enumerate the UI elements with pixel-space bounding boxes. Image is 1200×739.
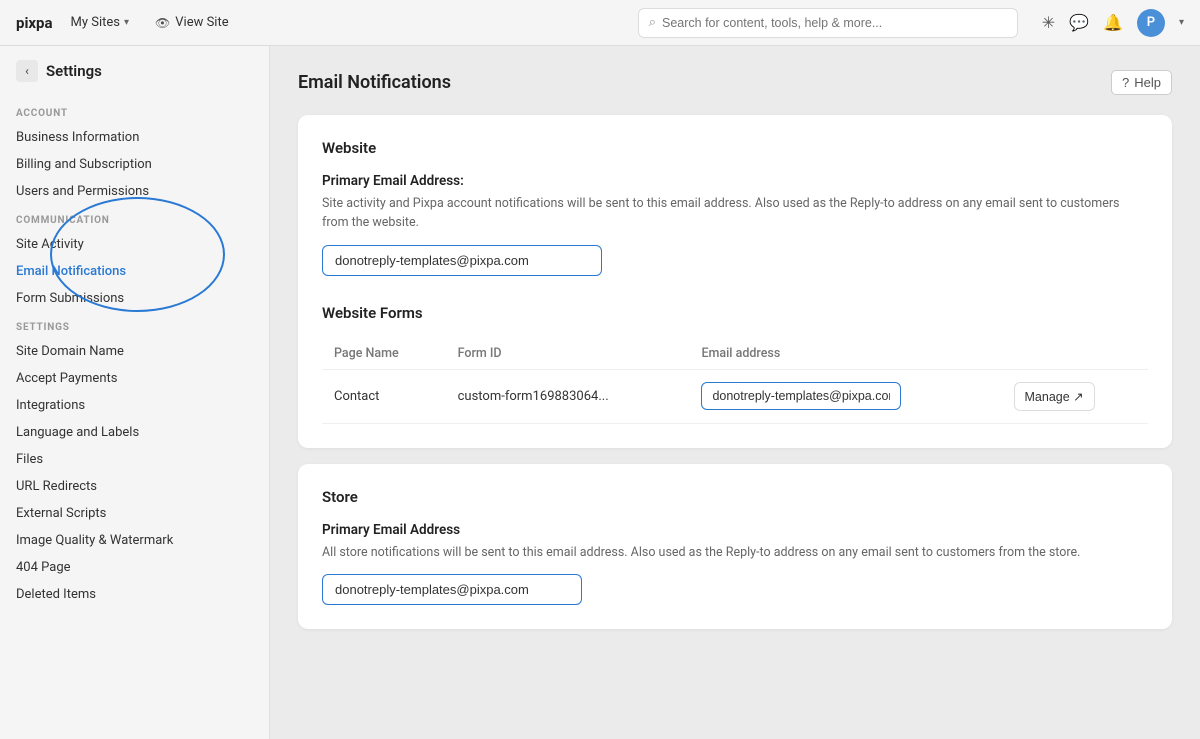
sidebar-item-users[interactable]: Users and Permissions [0,178,269,205]
help-button[interactable]: ? Help [1111,70,1172,95]
store-card-title: Store [322,488,1148,506]
content-header: Email Notifications ? Help [298,70,1172,95]
top-bar-actions: ✳ 💬 🔔 P ▾ [1042,9,1184,37]
sidebar-item-files[interactable]: Files [0,446,269,473]
chat-icon[interactable]: 💬 [1069,13,1089,32]
page-title: Email Notifications [298,72,451,93]
search-bar[interactable]: ⌕ [638,8,1018,38]
website-card-title: Website [322,139,1148,157]
forms-table: Page Name Form ID Email address [322,338,1148,424]
search-input[interactable] [662,16,1007,30]
sidebar-item-language-labels[interactable]: Language and Labels [0,419,269,446]
sun-icon[interactable]: ✳ [1042,13,1055,32]
avatar-chevron-icon: ▾ [1179,17,1184,28]
row-email-input[interactable] [701,382,901,410]
manage-button[interactable]: Manage ↗ [1014,382,1095,411]
chevron-down-icon: ▾ [124,17,129,28]
section-communication-label: COMMUNICATION [0,205,269,231]
col-form-id: Form ID [446,338,690,370]
sidebar-item-form-submissions[interactable]: Form Submissions [0,285,269,312]
sidebar-item-site-activity[interactable]: Site Activity [0,231,269,258]
view-site-label: View Site [175,15,228,30]
primary-email-label: Primary Email Address: [322,173,1148,189]
communication-section: COMMUNICATION Site Activity Email Notifi… [0,205,269,312]
sidebar-item-business-info[interactable]: Business Information [0,124,269,151]
table-row: Contact custom-form169883064... Manage ↗ [322,369,1148,423]
sidebar-item-site-domain[interactable]: Site Domain Name [0,338,269,365]
search-icon: ⌕ [649,15,656,30]
back-button[interactable]: ‹ [16,60,38,82]
content-area: Email Notifications ? Help Website Prima… [270,46,1200,739]
section-account-label: ACCOUNT [0,98,269,124]
help-icon: ? [1122,75,1129,90]
sidebar-title: Settings [46,62,102,80]
col-page-name: Page Name [322,338,446,370]
store-primary-email-input[interactable] [322,574,582,605]
row-page-name: Contact [322,369,446,423]
logo: pixpa [16,14,53,32]
sidebar-item-image-quality[interactable]: Image Quality & Watermark [0,527,269,554]
row-actions: Manage ↗ [1002,369,1148,423]
sidebar: ‹ Settings ACCOUNT Business Information … [0,46,270,739]
store-primary-email-desc: All store notifications will be sent to … [322,544,1148,563]
primary-email-desc: Site activity and Pixpa account notifica… [322,195,1148,233]
sidebar-item-integrations[interactable]: Integrations [0,392,269,419]
eye-icon: 👁 [155,16,170,30]
row-email [689,369,1001,423]
primary-email-input[interactable] [322,245,602,276]
view-site-button[interactable]: 👁 View Site [147,11,237,34]
sidebar-item-404[interactable]: 404 Page [0,554,269,581]
sidebar-item-url-redirects[interactable]: URL Redirects [0,473,269,500]
main-layout: ‹ Settings ACCOUNT Business Information … [0,46,1200,739]
store-primary-email-label: Primary Email Address [322,522,1148,538]
store-card: Store Primary Email Address All store no… [298,464,1172,630]
website-card: Website Primary Email Address: Site acti… [298,115,1172,448]
sidebar-item-billing[interactable]: Billing and Subscription [0,151,269,178]
sidebar-item-external-scripts[interactable]: External Scripts [0,500,269,527]
section-settings-label: SETTINGS [0,312,269,338]
sidebar-item-email-notifications[interactable]: Email Notifications [0,258,269,285]
sidebar-item-accept-payments[interactable]: Accept Payments [0,365,269,392]
website-forms-title: Website Forms [322,304,1148,322]
avatar[interactable]: P [1137,9,1165,37]
sidebar-item-deleted-items[interactable]: Deleted Items [0,581,269,608]
my-sites-button[interactable]: My Sites ▾ [65,11,136,34]
row-form-id: custom-form169883064... [446,369,690,423]
top-bar: pixpa My Sites ▾ 👁 View Site ⌕ ✳ 💬 🔔 P ▾ [0,0,1200,46]
col-email-address: Email address [689,338,1001,370]
sidebar-header: ‹ Settings [0,60,269,98]
my-sites-label: My Sites [71,15,120,30]
bell-icon[interactable]: 🔔 [1103,13,1123,32]
